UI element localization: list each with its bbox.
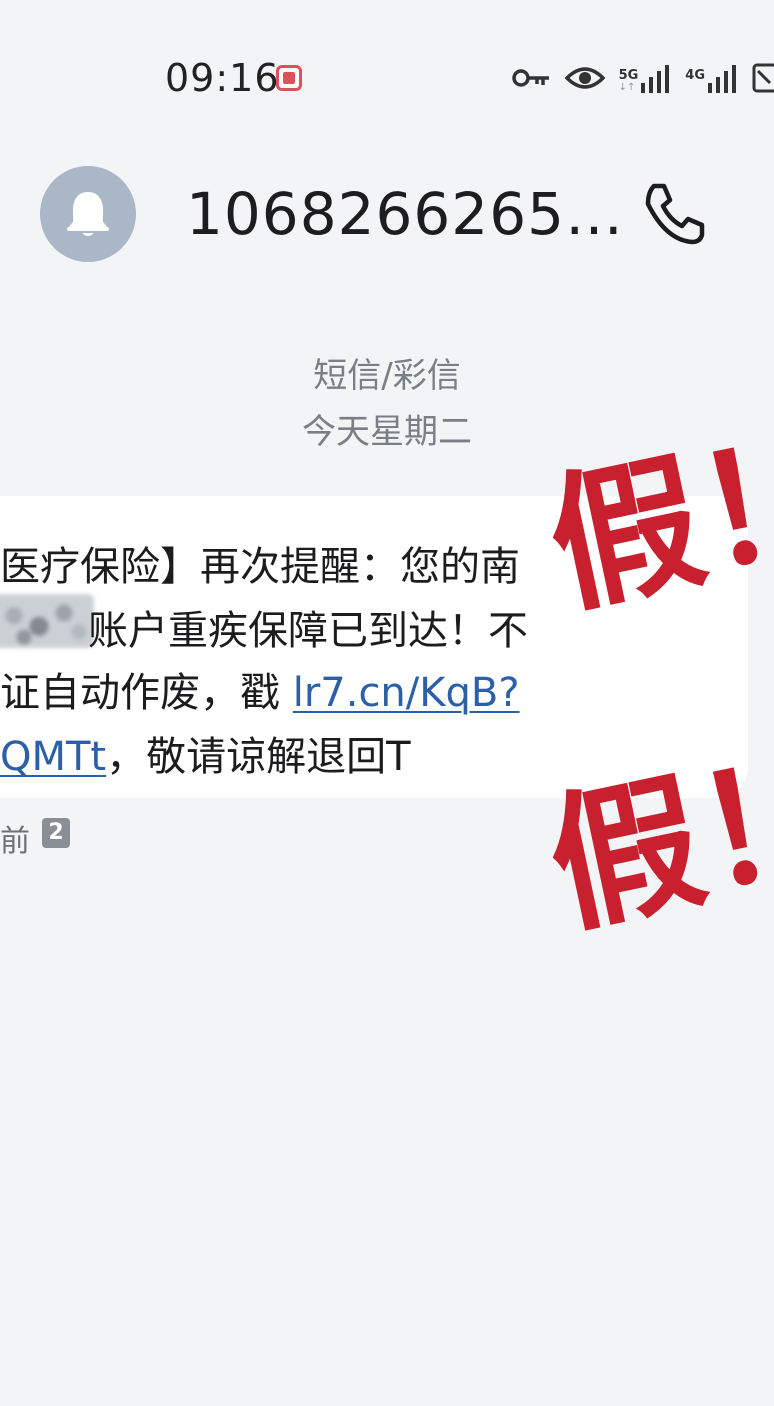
status-bar: 09:16 5G ↓↑ 4G: [0, 0, 774, 150]
message-text: 证自动作废，戳: [0, 670, 293, 716]
signal-4g: 4G: [685, 63, 738, 93]
signal-icon: [708, 65, 736, 93]
bell-icon: [67, 192, 109, 236]
battery-icon: [752, 63, 774, 93]
message-link-continued[interactable]: QMTt: [0, 734, 106, 780]
status-icons: 5G ↓↑ 4G: [511, 58, 774, 98]
stamp-text: 假！: [540, 420, 770, 630]
key-icon: [511, 69, 549, 87]
phone-icon[interactable]: [640, 178, 710, 248]
signal-icon: [641, 65, 670, 93]
message-line-2: 账户重疾保障已到达！不: [88, 608, 528, 654]
status-time: 09:16: [165, 56, 280, 100]
notification-icon: [276, 65, 302, 91]
fake-stamp-top: 假！: [540, 420, 770, 630]
signal-5g: 5G ↓↑: [619, 63, 672, 93]
message-line-4: QMTt，敬请谅解退回T: [0, 724, 411, 782]
message-link[interactable]: lr7.cn/KqB?: [293, 670, 520, 716]
message-text: ，敬请谅解退回T: [106, 734, 411, 780]
stamp-text: 假！: [540, 740, 770, 950]
sim-badge: 2: [42, 818, 70, 848]
message-time: 前: [0, 824, 30, 859]
sender-number[interactable]: 1068266265…: [186, 180, 624, 248]
message-type-label: 短信/彩信: [313, 356, 461, 396]
message-line-3: 证自动作废，戳 lr7.cn/KqB?: [0, 660, 520, 718]
message-line-1: 医疗保险】再次提醒：您的南: [0, 544, 520, 590]
network-label-4g: 4G: [685, 68, 705, 83]
eye-icon: [564, 67, 605, 89]
redacted-text: [0, 594, 94, 648]
fake-stamp-bottom: 假！: [540, 740, 770, 950]
contact-avatar[interactable]: [40, 166, 136, 262]
network-label-5g: 5G: [618, 68, 639, 83]
